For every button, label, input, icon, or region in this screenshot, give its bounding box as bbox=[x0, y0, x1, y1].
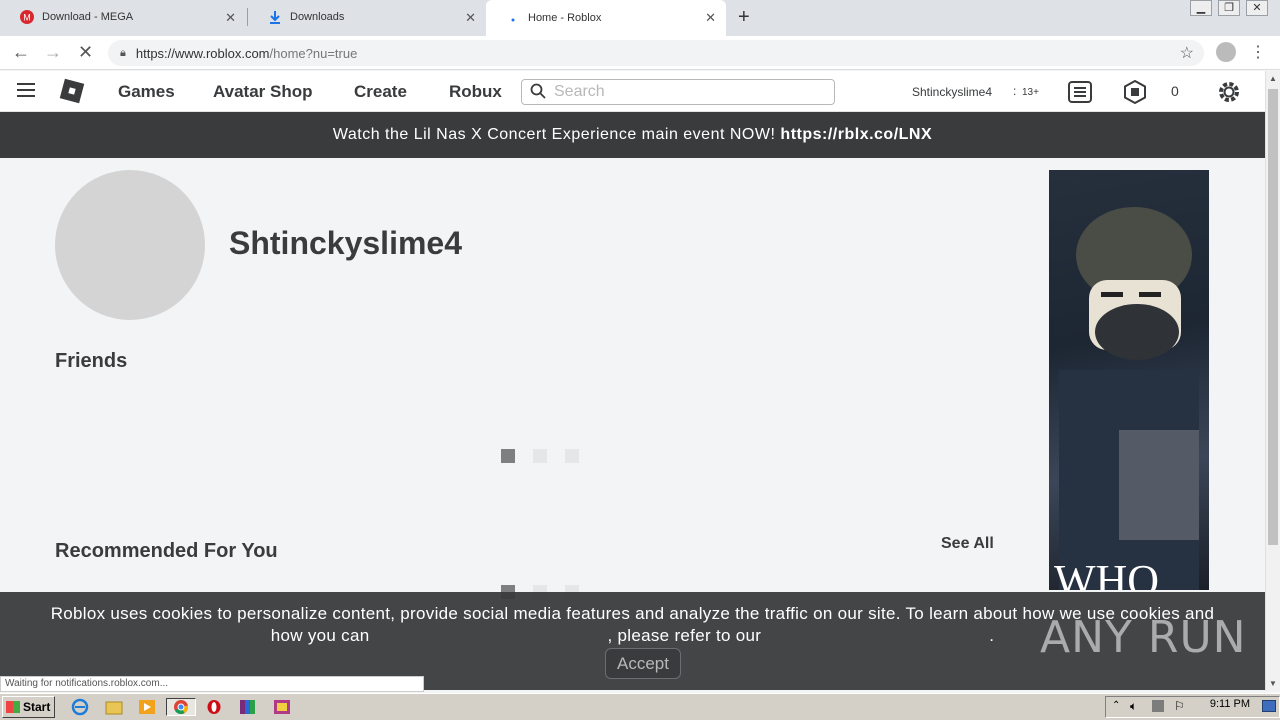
chrome-icon bbox=[174, 700, 189, 714]
nav-games[interactable]: Games bbox=[118, 82, 175, 102]
show-desktop-icon[interactable] bbox=[1262, 700, 1276, 712]
window-controls: ▁ ❐ ✕ bbox=[1190, 0, 1268, 16]
tray-expand-icon[interactable]: ⌃ bbox=[1112, 700, 1120, 711]
scroll-down-arrow-icon[interactable]: ▼ bbox=[1269, 679, 1277, 688]
lock-icon: 🔒︎ bbox=[120, 46, 126, 59]
chrome-taskbar-button[interactable] bbox=[166, 698, 196, 716]
search-box bbox=[521, 79, 835, 105]
minimize-button[interactable]: ▁ bbox=[1190, 0, 1212, 16]
address-bar[interactable]: 🔒︎ https://www.roblox.com/home?nu=true bbox=[108, 40, 1204, 66]
winrar-icon[interactable] bbox=[238, 698, 258, 716]
restore-button[interactable]: ❐ bbox=[1218, 0, 1240, 16]
accept-cookies-button[interactable]: Accept bbox=[605, 648, 681, 679]
banner-link[interactable]: https://rblx.co/LNX bbox=[780, 126, 932, 144]
start-label: Start bbox=[23, 700, 51, 714]
messages-icon[interactable] bbox=[1068, 80, 1092, 104]
nav-robux[interactable]: Robux bbox=[449, 82, 502, 102]
windows-flag-icon bbox=[6, 701, 20, 713]
banner-text: Watch the Lil Nas X Concert Experience m… bbox=[332, 126, 776, 143]
cookie-text-part-b: , please refer to our bbox=[607, 626, 762, 645]
browser-menu-icon[interactable]: ⋮ bbox=[1250, 42, 1266, 62]
settings-gear-icon[interactable] bbox=[1217, 80, 1241, 104]
close-icon[interactable]: ✕ bbox=[225, 10, 236, 26]
network-icon[interactable] bbox=[1152, 700, 1164, 712]
robux-balance: 0 bbox=[1171, 83, 1179, 99]
friends-loading-indicator bbox=[501, 449, 579, 463]
robux-icon[interactable] bbox=[1123, 79, 1147, 105]
username-separator: : bbox=[1013, 84, 1017, 98]
tab-title: Downloads bbox=[290, 11, 345, 23]
scroll-up-arrow-icon[interactable]: ▲ bbox=[1269, 74, 1277, 83]
volume-icon[interactable]: 🔈︎ bbox=[1130, 699, 1137, 714]
search-icon bbox=[530, 83, 546, 102]
close-icon[interactable]: ✕ bbox=[465, 10, 476, 26]
mega-icon: M bbox=[20, 10, 34, 24]
tab-downloads[interactable]: Downloads ✕ bbox=[248, 0, 486, 34]
browser-status-text: Waiting for notifications.roblox.com... bbox=[0, 676, 424, 692]
svg-text:WHO: WHO bbox=[1054, 556, 1159, 590]
tab-roblox-home[interactable]: Home - Roblox ✕ bbox=[486, 0, 726, 36]
anyrun-watermark: ANY RUN bbox=[1040, 612, 1247, 663]
nav-create[interactable]: Create bbox=[354, 82, 407, 102]
taskbar-clock[interactable]: 9:11 PM bbox=[1210, 698, 1250, 710]
download-icon bbox=[268, 10, 282, 24]
opera-icon[interactable] bbox=[204, 698, 224, 716]
profile-avatar-icon[interactable] bbox=[1216, 42, 1236, 62]
browser-toolbar: ← → ✕ 🔒︎ https://www.roblox.com/home?nu=… bbox=[0, 36, 1280, 70]
forward-arrow-icon[interactable]: → bbox=[44, 42, 62, 63]
ad-character-illustration: WHO bbox=[1054, 207, 1199, 590]
app-tray-icon[interactable] bbox=[272, 698, 292, 716]
file-explorer-icon[interactable] bbox=[104, 698, 124, 716]
url-path: /home?nu=true bbox=[269, 45, 358, 61]
loading-icon bbox=[506, 11, 520, 25]
media-player-icon[interactable] bbox=[137, 698, 157, 716]
internet-explorer-icon[interactable] bbox=[70, 698, 90, 716]
start-button[interactable]: Start bbox=[2, 696, 55, 718]
friends-section-title: Friends bbox=[55, 350, 128, 372]
bookmark-star-icon[interactable]: ☆ bbox=[1180, 43, 1194, 63]
system-tray: ⌃ 🔈︎ ⚐ bbox=[1105, 696, 1280, 718]
new-tab-button[interactable]: + bbox=[738, 6, 750, 29]
close-window-button[interactable]: ✕ bbox=[1246, 0, 1268, 16]
stop-loading-icon[interactable]: ✕ bbox=[78, 42, 93, 63]
close-icon[interactable]: ✕ bbox=[705, 10, 716, 26]
recommended-section-title: Recommended For You bbox=[55, 540, 278, 562]
roblox-header: Games Avatar Shop Create Robux Shtinckys… bbox=[0, 71, 1265, 112]
search-input[interactable] bbox=[554, 83, 814, 101]
tab-title: Home - Roblox bbox=[528, 12, 602, 24]
sidebar-ad-image[interactable]: WHO bbox=[1049, 170, 1209, 590]
age-label: 13+ bbox=[1022, 87, 1039, 98]
see-all-link[interactable]: See All bbox=[941, 535, 994, 553]
user-avatar[interactable] bbox=[55, 170, 205, 320]
tab-title: Download - MEGA bbox=[42, 11, 134, 23]
browser-tab-strip: M Download - MEGA ✕ Downloads ✕ Home - R… bbox=[0, 0, 1280, 36]
roblox-logo-icon[interactable] bbox=[59, 78, 85, 104]
cookie-text-part-c: . bbox=[989, 626, 995, 645]
profile-display-name[interactable]: Shtinckyslime4 bbox=[229, 225, 462, 262]
announcement-banner: Watch the Lil Nas X Concert Experience m… bbox=[0, 112, 1265, 158]
header-username[interactable]: Shtinckyslime4 bbox=[912, 85, 992, 99]
windows-taskbar: Start ⌃ 🔈︎ ⚐ 9:11 PM bbox=[0, 693, 1280, 720]
hamburger-menu-icon[interactable] bbox=[17, 83, 35, 97]
page-scrollbar[interactable]: ▲ ▼ bbox=[1265, 71, 1280, 691]
url-host: https://www.roblox.com bbox=[135, 45, 270, 61]
action-center-flag-icon[interactable]: ⚐ bbox=[1174, 699, 1185, 713]
cookie-text-part-a: how you can bbox=[270, 626, 370, 645]
nav-avatar-shop[interactable]: Avatar Shop bbox=[213, 82, 313, 102]
svg-text:M: M bbox=[23, 13, 31, 23]
tab-mega[interactable]: M Download - MEGA ✕ bbox=[0, 0, 246, 34]
scrollbar-thumb[interactable] bbox=[1268, 89, 1278, 545]
back-arrow-icon[interactable]: ← bbox=[12, 42, 30, 63]
